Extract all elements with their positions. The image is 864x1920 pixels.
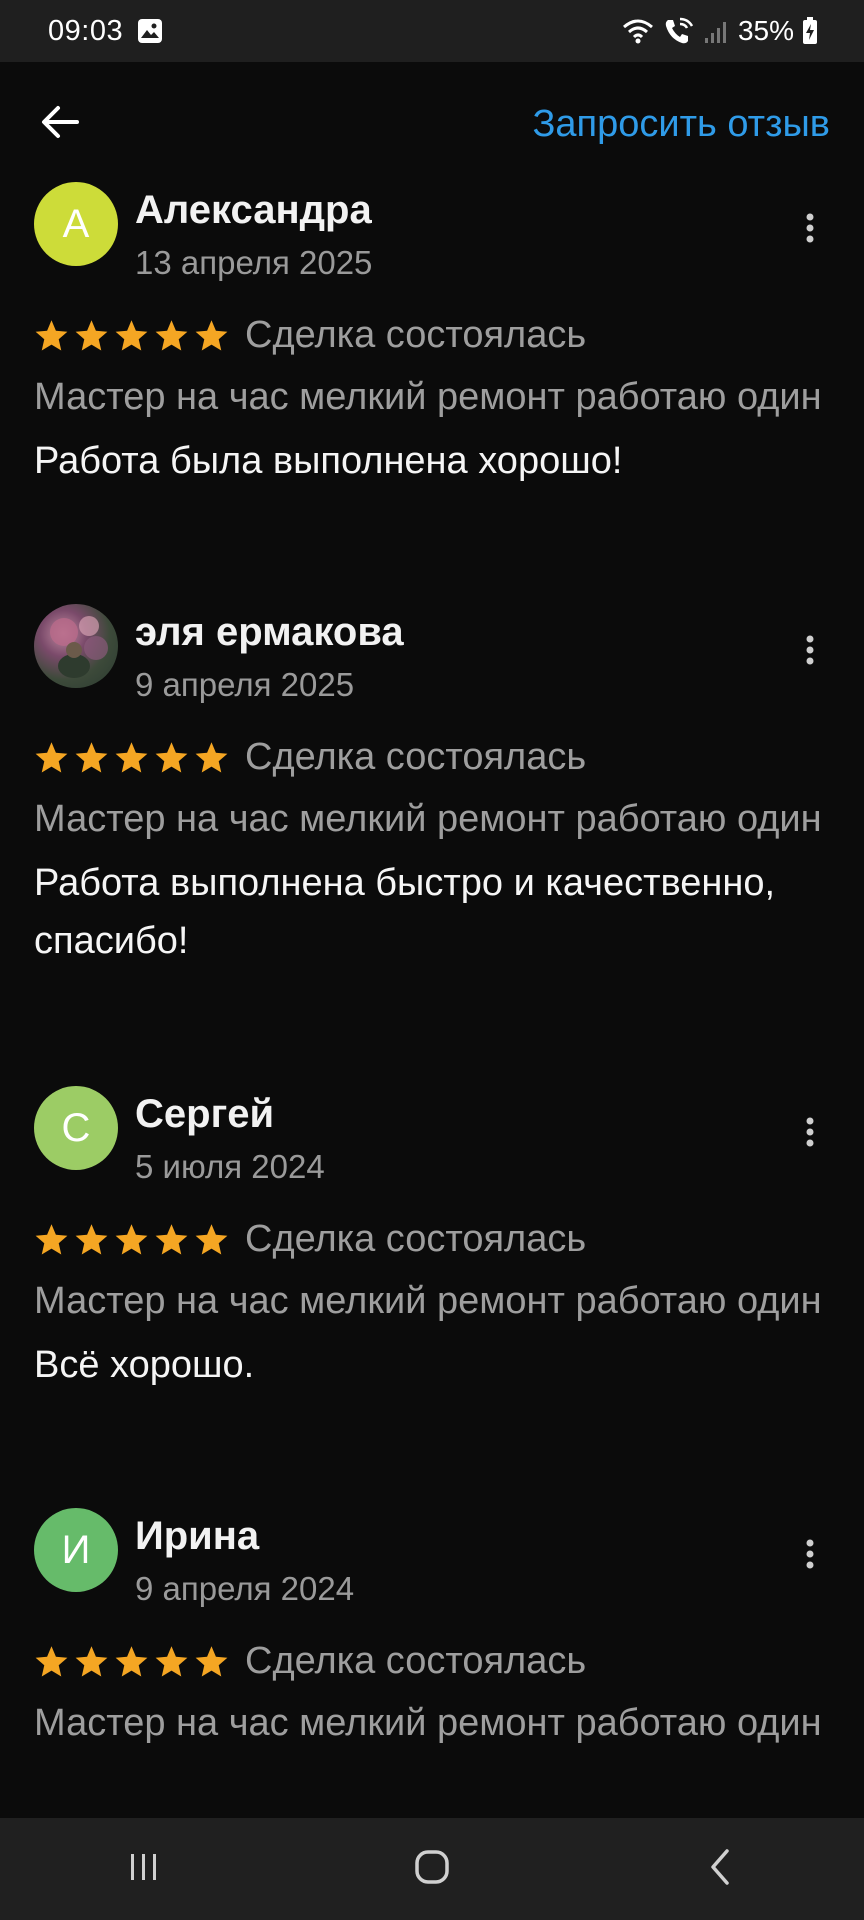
review-item: С Сергей 5 июля 2024 Сделка состоялась М… [0,1074,864,1496]
status-bar: 09:03 35% [0,0,864,62]
review-date: 13 апреля 2025 [135,244,373,281]
author-name[interactable]: Александра [135,188,372,233]
review-text: Работа выполнена быстро и качественно, с… [34,862,776,962]
reviews-list: А Александра 13 апреля 2025 Сделка состо… [0,170,864,1796]
review-header: А Александра 13 апреля 2025 [34,170,830,282]
avatar[interactable]: С [34,1086,118,1170]
battery-charging-icon [802,17,818,45]
profile-photo-icon [50,616,108,678]
gallery-notification-icon [137,18,163,44]
deal-status: Сделка состоялась [245,1639,587,1682]
star-icon [74,319,109,352]
avatar[interactable] [34,604,118,688]
service-title: Мастер на час мелкий ремонт работаю один [34,1702,822,1744]
signal-icon [704,18,730,44]
star-rating [34,1645,229,1678]
more-vertical-icon [806,1117,814,1152]
author-name[interactable]: эля ермакова [135,610,404,655]
star-icon [74,1645,109,1678]
system-navigation-bar [0,1818,864,1920]
review-text: Всё хорошо. [34,1344,255,1386]
more-vertical-icon [806,635,814,670]
star-icon [74,741,109,774]
star-icon [114,1645,149,1678]
more-options-button[interactable] [790,1110,830,1158]
recent-apps-button[interactable] [94,1829,194,1909]
status-time: 09:03 [48,14,124,47]
arrow-left-icon [41,105,79,144]
star-rating [34,319,229,352]
battery-percentage: 35% [737,15,794,46]
star-icon [194,1223,229,1256]
more-options-button[interactable] [790,1532,830,1580]
deal-status: Сделка состоялась [245,1217,587,1260]
home-button[interactable] [382,1829,482,1909]
review-header: эля ермакова 9 апреля 2025 [34,592,830,704]
star-icon [114,319,149,352]
rating-row: Сделка состоялась [34,722,830,792]
review-header: И Ирина 9 апреля 2024 [34,1496,830,1608]
more-options-button[interactable] [790,628,830,676]
review-date: 5 июля 2024 [135,1148,325,1185]
review-date: 9 апреля 2024 [135,1570,355,1607]
home-icon [414,1849,450,1890]
star-icon [114,741,149,774]
star-icon [34,1223,69,1256]
review-text: Работа была выполнена хорошо! [34,440,623,482]
star-icon [34,741,69,774]
avatar[interactable]: И [34,1508,118,1592]
request-review-button[interactable]: Запросить отзыв [532,103,830,146]
wifi-calling-icon [662,16,696,46]
review-header: С Сергей 5 июля 2024 [34,1074,830,1186]
star-icon [114,1223,149,1256]
star-icon [154,1645,189,1678]
star-icon [154,741,189,774]
service-title: Мастер на час мелкий ремонт работаю один [34,1280,822,1322]
star-rating [34,1223,229,1256]
star-icon [194,319,229,352]
rating-row: Сделка состоялась [34,1204,830,1274]
star-rating [34,741,229,774]
rating-row: Сделка состоялась [34,300,830,370]
author-name[interactable]: Ирина [135,1514,259,1559]
review-item: эля ермакова 9 апреля 2025 Сделка состоя… [0,592,864,1074]
top-bar: Запросить отзыв [0,62,864,186]
star-icon [154,1223,189,1256]
deal-status: Сделка состоялась [245,313,587,356]
deal-status: Сделка состоялась [245,735,587,778]
review-item: И Ирина 9 апреля 2024 Сделка состоялась … [0,1496,864,1796]
back-chevron-icon [708,1848,732,1891]
review-item: А Александра 13 апреля 2025 Сделка состо… [0,170,864,592]
author-name[interactable]: Сергей [135,1092,274,1137]
review-date: 9 апреля 2025 [135,666,355,703]
recent-apps-icon [128,1851,160,1888]
star-icon [194,1645,229,1678]
star-icon [74,1223,109,1256]
wifi-icon [622,17,654,45]
service-title: Мастер на час мелкий ремонт работаю один [34,376,822,418]
star-icon [194,741,229,774]
back-nav-button[interactable] [670,1829,770,1909]
more-vertical-icon [806,213,814,248]
star-icon [34,319,69,352]
rating-row: Сделка состоялась [34,1626,830,1696]
more-vertical-icon [806,1539,814,1574]
star-icon [34,1645,69,1678]
service-title: Мастер на час мелкий ремонт работаю один [34,798,822,840]
star-icon [154,319,189,352]
avatar[interactable]: А [34,182,118,266]
back-button[interactable] [36,100,84,148]
more-options-button[interactable] [790,206,830,254]
